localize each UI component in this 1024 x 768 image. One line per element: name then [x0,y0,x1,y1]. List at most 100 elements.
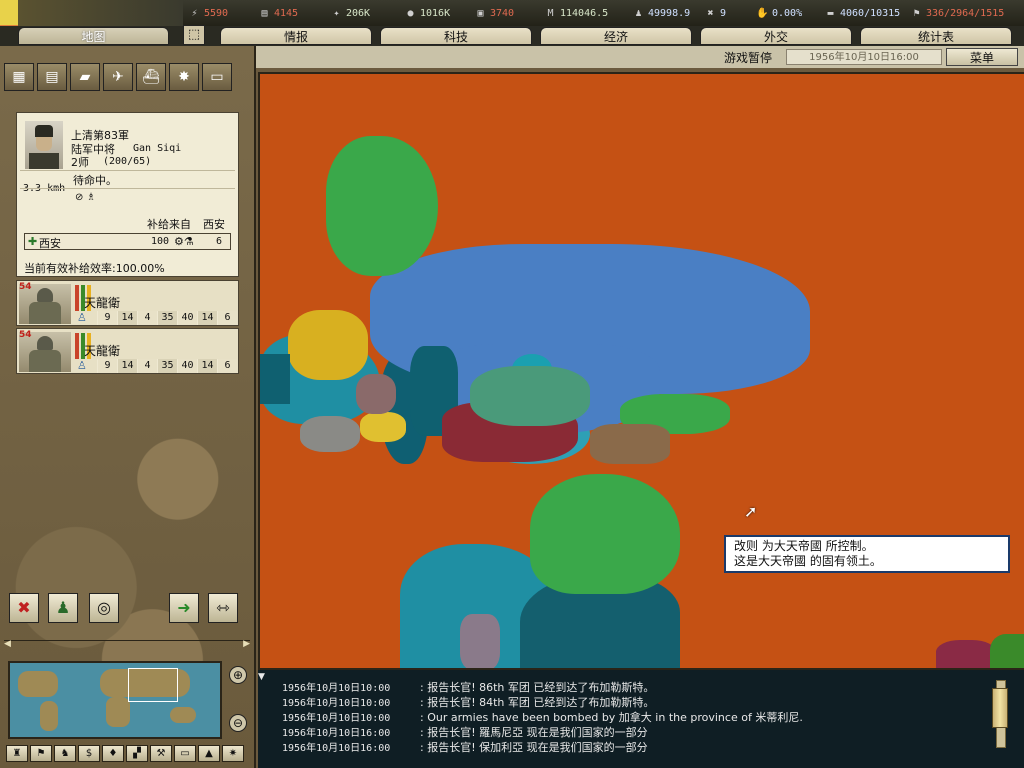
province-tooltip: 改则 为大天帝國 所控制。 这是大天帝國 的固有领土。 [724,535,1010,573]
supply-from-city: 西安 [203,218,225,231]
game-date: 1956年10月10日16:00 [786,49,942,65]
division-stats: 9 14 4 35 40 14 6 [97,359,237,373]
resource-value: 336/2964/1515 [926,7,1005,19]
log-entry: 1956年10月10日10:00: 报告长官! 86th 军团 已经到达了布加勒… [282,681,655,694]
naval-units-icon[interactable]: ⛴ [136,63,166,91]
unit-info-card: 上清第83軍 陆军中将 Gan Siqi 2师 (200/65) 3.3 kmh… [16,112,239,277]
division-row[interactable]: 54 天龍衛 ♙ 9 14 4 35 40 14 6 [16,328,239,374]
air-units-icon[interactable]: ✈ [103,63,133,91]
supply-status-icons: ⚙⚗ [174,235,194,248]
rare-materials-icon: ✦ [333,7,340,19]
supply-icon: ✚ [28,235,38,248]
resource-energy: ⚡ 5590 [188,5,228,21]
resource-value: 206K [346,7,371,19]
division-type-icon: ♙ [77,359,87,372]
tab-intelligence[interactable]: 情报 [220,27,372,45]
filter-infrastructure-icon[interactable]: ▞ [126,745,148,762]
tab-technology[interactable]: 科技 [380,27,532,45]
message-log: ▼ 1956年10月10日10:00: 报告长官! 86th 军团 已经到达了布… [258,668,1024,768]
resource-value: 1016K [420,7,451,19]
filter-land-icon[interactable]: ♜ [6,745,28,762]
division-name: 天龍衛 [84,296,121,310]
supply-city: 西安 [39,237,61,250]
move-order-icon[interactable]: ➜ [169,593,199,623]
map-filter-buttons: ♜ ⚑ ♞ $ ♦ ▞ ⚒ ▭ ▲ ✷ [6,745,244,762]
unit-status: 待命中。 [73,174,117,187]
log-entry: 1956年10月10日16:00: 报告长官! 羅馬尼亞 现在是我们国家的一部分 [282,726,648,739]
weather-icon[interactable]: ✸ [169,63,199,91]
supply-from-label: 补给来自 [147,218,191,231]
resource-value: 5590 [204,7,229,19]
division-type-icon: ♙ [77,311,87,324]
filter-flag-icon[interactable]: ⚑ [30,745,52,762]
resource-value: 9 [720,7,727,19]
disband-icon[interactable]: ✖ [9,593,39,623]
resource-transports: ✖ 9 [704,5,726,21]
division-stats: 9 14 4 35 40 14 6 [97,311,237,325]
log-collapse-icon[interactable]: ▼ [258,672,265,682]
mouse-cursor-icon: ➚ [744,502,758,521]
game-paused-label: 游戏暂停 [724,51,773,65]
division-row[interactable]: 54 天龍衛 ♙ 9 14 4 35 40 14 6 [16,280,239,326]
division-name: 天龍衛 [84,344,121,358]
tab-economy[interactable]: 经济 [540,27,692,45]
dissent-icon: ✋ [756,7,769,19]
resource-value: 114046.5 [560,7,609,19]
supply-source-row[interactable]: ✚ 西安 100 ⚙⚗ 6 [24,233,231,250]
tooltip-line-1: 改则 为大天帝國 所控制。 [734,539,874,553]
log-entry: 1956年10月10日10:00: 报告长官! 84th 军团 已经到达了布加勒… [282,696,655,709]
land-units-icon[interactable]: ▰ [70,63,100,91]
filter-supply-icon[interactable]: ▭ [174,745,196,762]
tooltip-line-2: 这是大天帝國 的固有领土。 [734,554,882,568]
filter-money-icon[interactable]: $ [78,745,100,762]
escorts-icon: ⚑ [913,7,920,19]
minimap-viewport[interactable] [128,668,178,702]
leader-name: Gan Siqi [133,143,182,154]
resource-value: 4145 [274,7,299,19]
redeploy-icon[interactable]: ⇿ [208,593,238,623]
manpower-icon: ♟ [635,7,642,19]
minimap[interactable] [8,661,222,739]
panel-scrollbar[interactable]: ◀ ▶ [4,639,250,651]
supplies-icon: ▣ [477,7,484,19]
resource-metal: ▤ 4145 [258,5,298,21]
resource-dissent: ✋ 0.00% [756,5,802,21]
resource-value: 0.00% [772,7,803,19]
filter-resources-icon[interactable]: ♦ [102,745,124,762]
resource-value: 3740 [490,7,515,19]
metal-icon: ▤ [261,7,268,19]
filter-terrain-icon[interactable]: ▲ [198,745,220,762]
zoom-in-icon[interactable]: ⊕ [229,666,247,684]
switch-icon[interactable]: ⬚ [183,25,205,45]
split-unit-icon[interactable]: ♟ [48,593,78,623]
resource-money: M 114046.5 [544,5,608,21]
division-count: 2师 [71,156,89,169]
unit-strength: (200/65) [103,156,152,167]
supply-value: 100 [151,236,170,247]
log-scroll-thumb[interactable] [992,688,1008,728]
orders-mode-icon[interactable]: ▤ [37,63,67,91]
convoy-icon: ▬ [827,7,834,19]
tab-diplomacy[interactable]: 外交 [700,27,852,45]
log-entry: 1956年10月10日16:00: 报告长官! 保加利亞 现在是我们国家的一部分 [282,741,648,754]
world-map[interactable] [258,72,1024,668]
nation-banner [18,0,183,26]
filter-weather-icon[interactable]: ✷ [222,745,244,762]
unit-flags-icons: ⊘ ♗ [75,192,96,203]
tab-statistics[interactable]: 统计表 [860,27,1012,45]
energy-icon: ⚡ [191,7,198,19]
filter-industry-icon[interactable]: ⚒ [150,745,172,762]
map-layers-icon[interactable]: ▭ [202,63,232,91]
money-icon: M [547,7,554,19]
resource-manpower: ♟ 49998.9 [632,5,690,21]
resource-convoy: ▬ 4060/10315 [824,5,900,21]
supply-efficiency: 当前有效补给效率:100.00% [24,262,165,275]
resource-supplies: ▣ 3740 [474,5,514,21]
filter-faction-icon[interactable]: ♞ [54,745,76,762]
terrain-mode-icon[interactable]: ▦ [4,63,34,91]
target-icon[interactable]: ◎ [89,593,119,623]
zoom-out-icon[interactable]: ⊖ [229,714,247,732]
leader-portrait[interactable] [25,121,63,169]
menu-button[interactable]: 菜单 [946,48,1018,66]
tab-map[interactable]: 地图 [18,27,169,45]
